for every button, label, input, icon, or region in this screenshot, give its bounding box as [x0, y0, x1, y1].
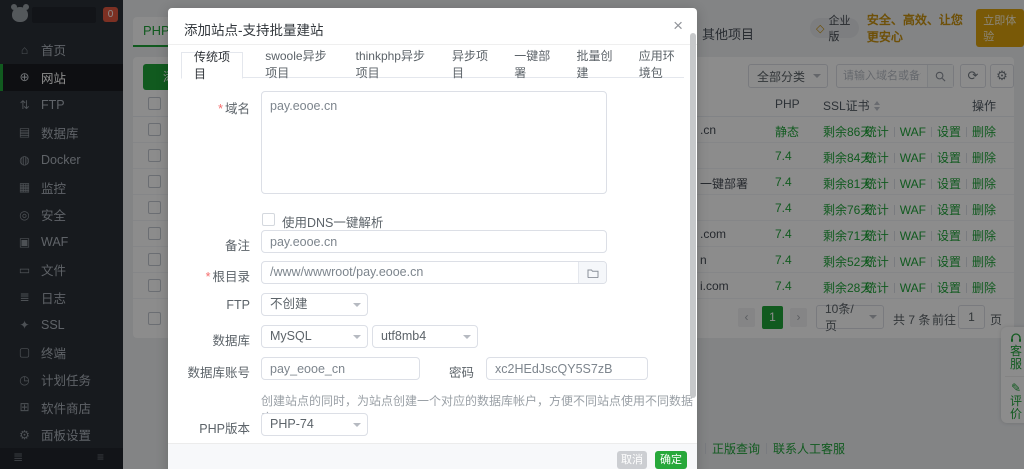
rootdir-input[interactable]: /www/wwwroot/pay.eooe.cn [262, 262, 578, 283]
domain-label: * 域名 [218, 102, 250, 116]
tab-thinkphp-project[interactable]: thinkphp异步项目 [356, 47, 426, 81]
remark-input[interactable] [261, 230, 607, 253]
dns-resolve-label: 使用DNS一键解析 [282, 216, 384, 230]
chevron-down-icon [353, 334, 361, 339]
database-label: 数据库 [212, 334, 250, 348]
db-type-select[interactable]: MySQL [261, 325, 368, 348]
tab-swoole-project[interactable]: swoole异步项目 [265, 47, 329, 81]
remark-label: 备注 [224, 239, 250, 253]
tab-app-env-package[interactable]: 应用环境包 [639, 47, 684, 81]
ftp-select[interactable]: 不创建 [261, 293, 368, 316]
db-user-label: 数据库账号 [187, 366, 250, 380]
tab-one-click-deploy[interactable]: 一键部署 [514, 47, 550, 81]
db-charset-select[interactable]: utf8mb4 [372, 325, 478, 348]
ftp-label: FTP [226, 298, 250, 312]
chevron-down-icon [353, 302, 361, 307]
folder-picker-icon[interactable] [578, 262, 606, 283]
chevron-down-icon [353, 422, 361, 427]
dialog-tabs: 传统项目 swoole异步项目 thinkphp异步项目 异步项目 一键部署 批… [181, 49, 684, 81]
close-icon[interactable]: × [673, 16, 683, 36]
cancel-button[interactable]: 取消 [617, 451, 647, 469]
rootdir-group: /www/wwwroot/pay.eooe.cn [261, 261, 607, 284]
dialog-footer: 取消 确定 [168, 443, 697, 469]
tab-batch-create[interactable]: 批量创建 [576, 47, 612, 81]
dialog-header: 添加站点-支持批量建站 × [168, 8, 697, 45]
php-version-select[interactable]: PHP-74 [261, 413, 368, 436]
add-site-dialog: 添加站点-支持批量建站 × 传统项目 swoole异步项目 thinkphp异步… [168, 8, 697, 469]
domain-textarea[interactable]: pay.eooe.cn [261, 91, 607, 194]
confirm-button[interactable]: 确定 [655, 451, 687, 469]
chevron-down-icon [463, 334, 471, 339]
php-version-label: PHP版本 [199, 422, 250, 436]
db-pass-input[interactable] [486, 357, 648, 380]
rootdir-label: * 根目录 [205, 270, 250, 284]
tab-async-project[interactable]: 异步项目 [452, 47, 488, 81]
dns-resolve-checkbox[interactable] [262, 213, 275, 226]
db-pass-label: 密码 [448, 366, 474, 380]
modal-scrollbar[interactable] [690, 33, 696, 398]
tab-traditional-project[interactable]: 传统项目 [181, 50, 244, 81]
dialog-title: 添加站点-支持批量建站 [184, 23, 324, 38]
